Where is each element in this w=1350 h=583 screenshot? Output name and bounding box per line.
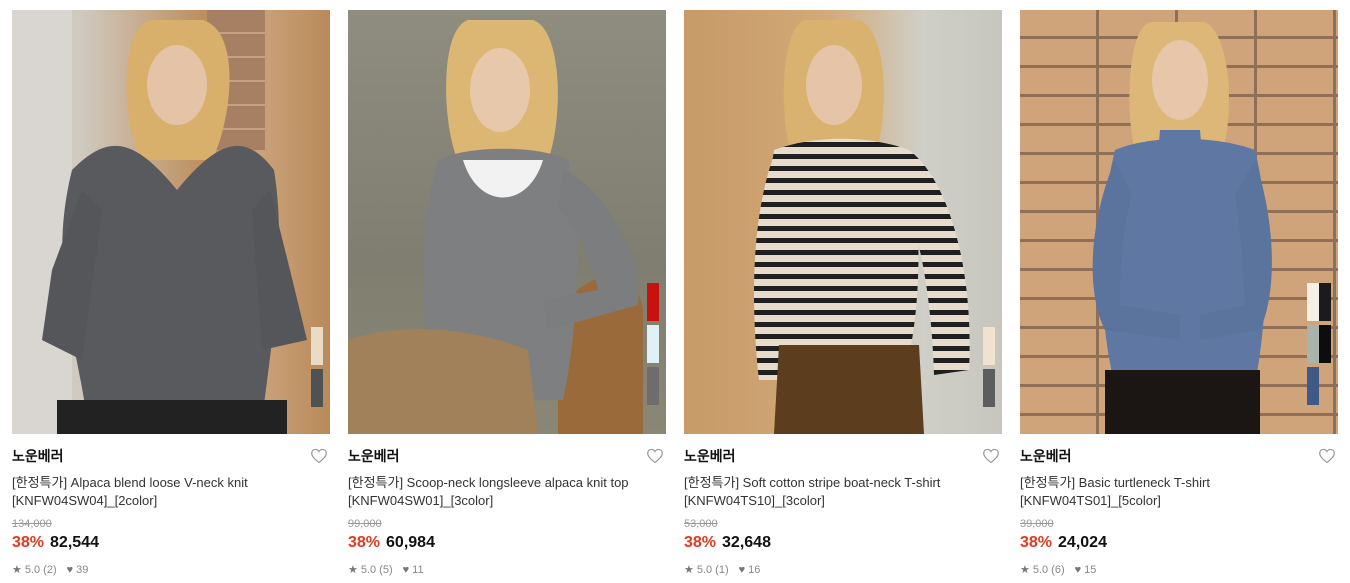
like-count: 16 bbox=[748, 564, 761, 576]
product-name[interactable]: [한정특가] Basic turtleneck T-shirt [KNFW04T… bbox=[1020, 474, 1320, 510]
review-count: (2) bbox=[43, 564, 57, 576]
heart-outline-icon[interactable] bbox=[310, 448, 328, 464]
product-stats: ★ 5.0 (1) ♥ 16 bbox=[684, 563, 1002, 577]
color-swatches bbox=[311, 327, 323, 407]
heart-filled-icon: ♥ bbox=[402, 564, 410, 576]
product-name[interactable]: [한정특가] Alpaca blend loose V-neck knit [K… bbox=[12, 474, 312, 510]
color-swatch[interactable] bbox=[983, 369, 995, 407]
discount-rate: 38% bbox=[1020, 534, 1053, 551]
heart-outline-icon[interactable] bbox=[1318, 448, 1336, 464]
color-swatches bbox=[1307, 283, 1331, 405]
discount-rate: 38% bbox=[348, 534, 381, 551]
product-name[interactable]: [한정특가] Scoop-neck longsleeve alpaca knit… bbox=[348, 474, 648, 510]
heart-outline-icon[interactable] bbox=[982, 448, 1000, 464]
color-swatch[interactable] bbox=[1307, 283, 1331, 321]
heart-outline-icon[interactable] bbox=[646, 448, 664, 464]
color-swatch[interactable] bbox=[311, 327, 323, 365]
model-figure bbox=[1092, 22, 1272, 434]
color-swatch[interactable] bbox=[983, 327, 995, 365]
like-count: 39 bbox=[76, 564, 89, 576]
like-count: 11 bbox=[412, 564, 424, 576]
review-count: (5) bbox=[379, 564, 393, 576]
brand-name[interactable]: 노운베러 bbox=[684, 446, 1002, 466]
model-figure bbox=[42, 20, 307, 434]
sale-price: 32,648 bbox=[722, 534, 771, 551]
like-count: 15 bbox=[1084, 564, 1097, 576]
sale-price: 24,024 bbox=[1058, 534, 1107, 551]
original-price: 53,000 bbox=[684, 518, 718, 530]
star-icon: ★ bbox=[12, 564, 22, 576]
product-name[interactable]: [한정특가] Soft cotton stripe boat-neck T-sh… bbox=[684, 474, 984, 510]
star-icon: ★ bbox=[1020, 564, 1030, 576]
sale-price: 82,544 bbox=[50, 534, 99, 551]
color-swatch[interactable] bbox=[311, 369, 323, 407]
heart-filled-icon: ♥ bbox=[66, 564, 74, 576]
color-swatch[interactable] bbox=[1307, 367, 1331, 405]
rating-value: 5.0 bbox=[24, 564, 41, 576]
product-card[interactable]: 노운베러 [한정특가] Soft cotton stripe boat-neck… bbox=[684, 10, 1002, 583]
star-icon: ★ bbox=[348, 564, 358, 576]
color-swatch[interactable] bbox=[1307, 325, 1331, 363]
color-swatch[interactable] bbox=[647, 325, 659, 363]
price-row: 38% 82,544 bbox=[12, 533, 330, 553]
product-image[interactable] bbox=[348, 10, 666, 434]
model-figure bbox=[348, 20, 643, 434]
product-image[interactable] bbox=[684, 10, 1002, 434]
original-price: 39,000 bbox=[1020, 518, 1054, 530]
product-image[interactable] bbox=[1020, 10, 1338, 434]
color-swatch[interactable] bbox=[647, 283, 659, 321]
original-price: 99,000 bbox=[348, 518, 382, 530]
color-swatches bbox=[983, 327, 995, 407]
product-grid: 노운베러 [한정특가] Alpaca blend loose V-neck kn… bbox=[0, 0, 1350, 583]
rating-value: 5.0 bbox=[360, 564, 377, 576]
heart-filled-icon: ♥ bbox=[1074, 564, 1082, 576]
color-swatch[interactable] bbox=[647, 367, 659, 405]
review-count: (1) bbox=[715, 564, 729, 576]
discount-rate: 38% bbox=[684, 534, 717, 551]
price-row: 38% 24,024 bbox=[1020, 533, 1338, 553]
brand-name[interactable]: 노운베러 bbox=[348, 446, 666, 466]
rating-value: 5.0 bbox=[696, 564, 713, 576]
product-image[interactable] bbox=[12, 10, 330, 434]
price-row: 38% 60,984 bbox=[348, 533, 666, 553]
product-stats: ★ 5.0 (2) ♥ 39 bbox=[12, 563, 330, 577]
review-count: (6) bbox=[1051, 564, 1065, 576]
discount-rate: 38% bbox=[12, 534, 45, 551]
model-figure bbox=[754, 20, 970, 434]
color-swatches bbox=[647, 283, 659, 405]
product-stats: ★ 5.0 (6) ♥ 15 bbox=[1020, 563, 1338, 577]
brand-name[interactable]: 노운베러 bbox=[1020, 446, 1338, 466]
product-card[interactable]: 노운베러 [한정특가] Basic turtleneck T-shirt [KN… bbox=[1020, 10, 1338, 583]
brand-name[interactable]: 노운베러 bbox=[12, 446, 330, 466]
product-card[interactable]: 노운베러 [한정특가] Scoop-neck longsleeve alpaca… bbox=[348, 10, 666, 583]
product-card[interactable]: 노운베러 [한정특가] Alpaca blend loose V-neck kn… bbox=[12, 10, 330, 583]
price-row: 38% 32,648 bbox=[684, 533, 1002, 553]
heart-filled-icon: ♥ bbox=[738, 564, 746, 576]
product-stats: ★ 5.0 (5) ♥ 11 bbox=[348, 563, 666, 577]
original-price: 134,000 bbox=[12, 518, 52, 530]
rating-value: 5.0 bbox=[1032, 564, 1049, 576]
star-icon: ★ bbox=[684, 564, 694, 576]
sale-price: 60,984 bbox=[386, 534, 435, 551]
